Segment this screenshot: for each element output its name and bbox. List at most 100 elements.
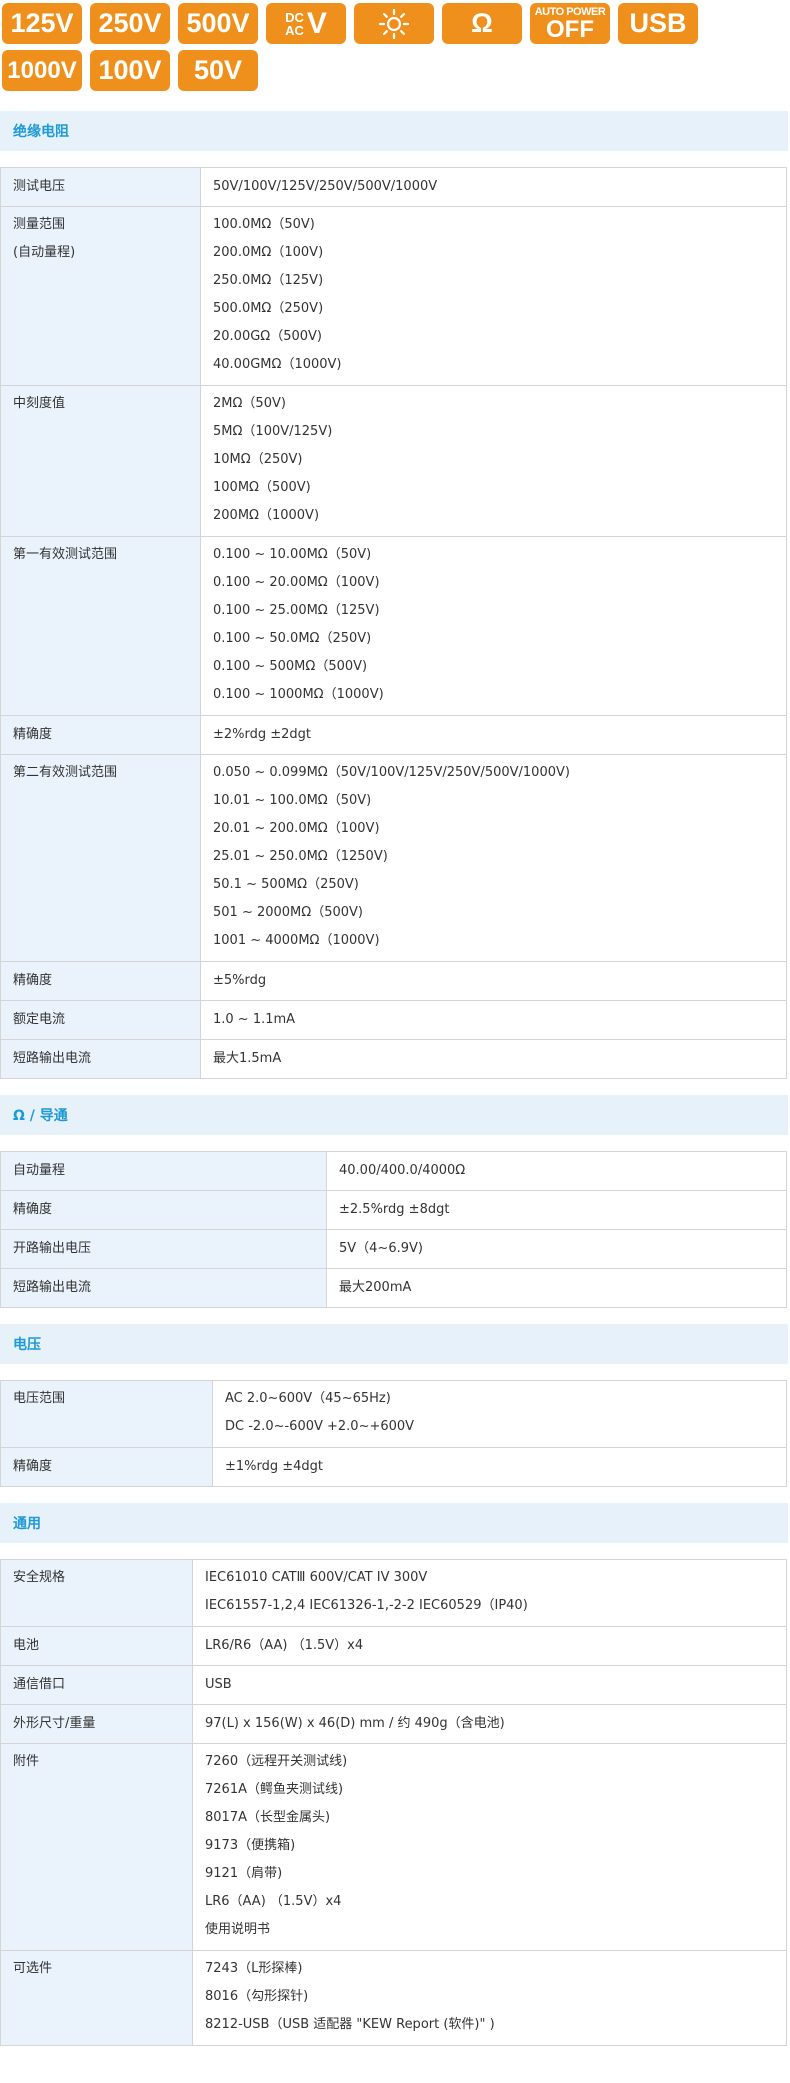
spec-value: 2MΩ（50V) 5MΩ（100V/125V) 10MΩ（250V) 100MΩ（50… — [200, 385, 787, 537]
spec-row: 测量范围 (自动量程) 100.0MΩ（50V) 200.0MΩ（100V) 250.0… — [0, 206, 787, 386]
spec-value-text: 0.100 ~ 500MΩ（500V) — [213, 659, 368, 674]
spec-value-text: 8017A（长型金属头) — [205, 1810, 331, 1825]
spec-value-text: LR6/R6（AA) （1.5V）x4 — [205, 1638, 364, 1653]
spec-value: 97(L) x 156(W) x 46(D) mm / 约 490g（含电池) — [192, 1704, 787, 1744]
spec-key: 电压范围 — [0, 1380, 213, 1448]
spec-value: ±5%rdg — [200, 961, 787, 1001]
spec-value-text: 501 ~ 2000MΩ（500V) — [213, 905, 363, 920]
50v-badge: 50V — [178, 50, 258, 91]
spec-value-text: 0.050 ~ 0.099MΩ（50V/100V/125V/250V/500V/… — [213, 765, 570, 780]
icon-row-2: 1000V 100V 50V — [0, 50, 790, 97]
spec-key: 通信借口 — [0, 1665, 193, 1705]
spec-value: LR6/R6（AA) （1.5V）x4 — [192, 1626, 787, 1666]
spec-value-text: 0.100 ~ 50.0MΩ（250V) — [213, 631, 372, 646]
dc-ac-voltage-icon: DC AC V — [266, 3, 346, 44]
spec-value-text: 最大200mA — [339, 1280, 412, 1295]
auto-power-off-icon: AUTO POWER OFF — [530, 3, 610, 44]
spec-key: 中刻度值 — [0, 385, 201, 537]
spec-row: 外形尺寸/重量 97(L) x 156(W) x 46(D) mm / 约 490… — [0, 1704, 787, 1744]
spec-key-text: 测量范围 — [13, 217, 66, 232]
spec-key-text: 中刻度值 — [13, 396, 66, 411]
spec-value-text: 50V/100V/125V/250V/500V/1000V — [213, 179, 438, 194]
spec-value-text: 2MΩ（50V) — [213, 396, 286, 411]
spec-value-text: 使用说明书 — [205, 1922, 271, 1937]
spec-value-text: 40.00/400.0/4000Ω — [339, 1163, 466, 1178]
125v-badge: 125V — [2, 3, 82, 44]
spec-value: USB — [192, 1665, 787, 1705]
spec-value-text: 100.0MΩ（50V) — [213, 217, 315, 232]
spec-row: 短路输出电流 最大1.5mA — [0, 1039, 787, 1079]
spec-value-text: 9173（便携箱) — [205, 1838, 296, 1853]
spec-value-text: 10.01 ~ 100.0MΩ（50V) — [213, 793, 372, 808]
spec-key-text: 测试电压 — [13, 179, 66, 194]
spec-row: 电压范围 AC 2.0~600V（45~65Hz) DC -2.0~-600V +2… — [0, 1380, 787, 1448]
spec-row: 第一有效测试范围 0.100 ~ 10.00MΩ（50V) 0.100 ~ 20.0… — [0, 536, 787, 716]
spec-value-text: 250.0MΩ（125V) — [213, 273, 324, 288]
spec-value-text: 7243（L形探棒) — [205, 1961, 303, 1976]
spec-key: 外形尺寸/重量 — [0, 1704, 193, 1744]
spec-value-text: 40.00GMΩ（1000V) — [213, 357, 342, 372]
spec-value-text: 7260（远程开关测试线) — [205, 1754, 348, 1769]
spec-value: ±2%rdg ±2dgt — [200, 715, 787, 755]
continuity-table: 自动量程 40.00/400.0/4000Ω 精确度 ±2.5%rdg ±8dgt 开路… — [0, 1151, 787, 1308]
spec-value-text: LR6（AA) （1.5V）x4 — [205, 1894, 342, 1909]
spec-value-text: USB — [205, 1677, 232, 1692]
500v-badge: 500V — [178, 3, 258, 44]
spec-value: 1.0 ~ 1.1mA — [200, 1000, 787, 1040]
spec-value-text: 5V（4~6.9V) — [339, 1241, 423, 1256]
spec-value-text: 8212-USB（USB 适配器 "KEW Report (软件)" ) — [205, 2017, 495, 2032]
spec-row: 附件 7260（远程开关测试线) 7261A（鳄鱼夹测试线) 8017A（长型金属头)… — [0, 1743, 787, 1951]
spec-value-text: ±1%rdg ±4dgt — [225, 1459, 324, 1474]
spec-key-text: 精确度 — [13, 1202, 53, 1217]
spec-row: 中刻度值 2MΩ（50V) 5MΩ（100V/125V) 10MΩ（250V) 100M… — [0, 385, 787, 537]
spec-value: ±2.5%rdg ±8dgt — [326, 1190, 787, 1230]
spec-key-text: 短路输出电流 — [13, 1280, 92, 1295]
spec-value-text: 0.100 ~ 25.00MΩ（125V) — [213, 603, 380, 618]
spec-key: 开路输出电压 — [0, 1229, 327, 1269]
spec-key: 电池 — [0, 1626, 193, 1666]
section-title-voltage: 电压 — [0, 1324, 788, 1364]
spec-value-text: ±2.5%rdg ±8dgt — [339, 1202, 450, 1217]
spec-value-text: 200.0MΩ（100V) — [213, 245, 324, 260]
250v-badge: 250V — [90, 3, 170, 44]
section-title-general: 通用 — [0, 1503, 788, 1543]
spec-row: 通信借口 USB — [0, 1665, 787, 1705]
ohm-icon: Ω — [442, 3, 522, 44]
spec-value-text: ±2%rdg ±2dgt — [213, 727, 312, 742]
spec-key: 精确度 — [0, 1190, 327, 1230]
spec-key: 第一有效测试范围 — [0, 536, 201, 716]
1000v-badge: 1000V — [2, 50, 82, 91]
spec-value-text: 5MΩ（100V/125V) — [213, 424, 333, 439]
spec-value: 最大200mA — [326, 1268, 787, 1308]
sun-icon — [378, 8, 410, 39]
spec-key: 精确度 — [0, 961, 201, 1001]
spec-value-text: 1001 ~ 4000MΩ（1000V) — [213, 933, 380, 948]
spec-key-text: 精确度 — [13, 727, 53, 742]
spec-value-text: 0.100 ~ 20.00MΩ（100V) — [213, 575, 380, 590]
spec-row: 电池 LR6/R6（AA) （1.5V）x4 — [0, 1626, 787, 1666]
spec-value-text: 1.0 ~ 1.1mA — [213, 1012, 296, 1027]
spec-value-text: 最大1.5mA — [213, 1051, 282, 1066]
usb-badge: USB — [618, 3, 698, 44]
spec-key-text: 电压范围 — [13, 1391, 66, 1406]
spec-value: 0.100 ~ 10.00MΩ（50V) 0.100 ~ 20.00MΩ（100V… — [200, 536, 787, 716]
spec-row: 第二有效测试范围 0.050 ~ 0.099MΩ（50V/100V/125V/25… — [0, 754, 787, 962]
spec-value-text: AC 2.0~600V（45~65Hz) — [225, 1391, 391, 1406]
spec-value-text: IEC61010 CATⅢ 600V/CAT IV 300V — [205, 1570, 428, 1585]
spec-value-text: 100MΩ（500V) — [213, 480, 311, 495]
spec-value: 50V/100V/125V/250V/500V/1000V — [200, 167, 787, 207]
spec-value: 100.0MΩ（50V) 200.0MΩ（100V) 250.0MΩ（125V) 50… — [200, 206, 787, 386]
spec-row: 精确度 ±5%rdg — [0, 961, 787, 1001]
spec-key: 安全规格 — [0, 1559, 193, 1627]
spec-key-text: 自动量程 — [13, 1163, 66, 1178]
general-table: 安全规格 IEC61010 CATⅢ 600V/CAT IV 300V IEC615… — [0, 1559, 787, 2046]
spec-value-text: 7261A（鳄鱼夹测试线) — [205, 1782, 344, 1797]
spec-key-text: 精确度 — [13, 973, 53, 988]
spec-value: 最大1.5mA — [200, 1039, 787, 1079]
section-title-continuity: Ω / 导通 — [0, 1095, 788, 1135]
spec-value: 0.050 ~ 0.099MΩ（50V/100V/125V/250V/500V/… — [200, 754, 787, 962]
spec-value-text: 20.01 ~ 200.0MΩ（100V) — [213, 821, 380, 836]
backlight-sun-icon — [354, 3, 434, 44]
spec-key: 附件 — [0, 1743, 193, 1951]
spec-value-text: ±5%rdg — [213, 973, 267, 988]
